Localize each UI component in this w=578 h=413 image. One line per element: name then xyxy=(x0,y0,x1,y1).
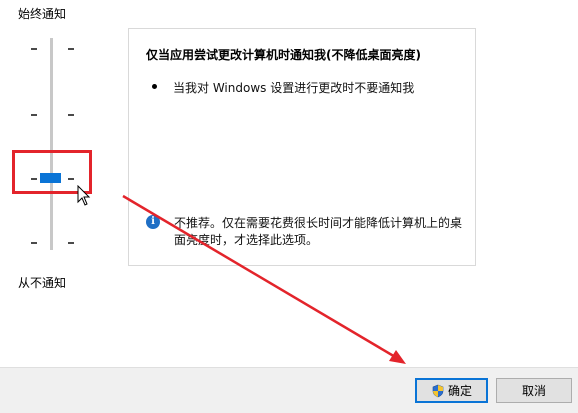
ok-button-label: 确定 xyxy=(447,384,472,398)
info-icon: i xyxy=(146,215,160,229)
dialog-button-bar xyxy=(0,367,578,413)
slider-tick xyxy=(68,48,74,50)
uac-shield-icon xyxy=(432,384,444,397)
slider-tick xyxy=(31,114,37,116)
slider-tick xyxy=(68,242,74,244)
bullet-icon xyxy=(152,84,157,89)
level-description-panel: 仅当应用尝试更改计算机时通知我(不降低桌面亮度) 当我对 Windows 设置进… xyxy=(128,28,476,266)
mouse-cursor-icon xyxy=(77,185,91,206)
level-title: 仅当应用尝试更改计算机时通知我(不降低桌面亮度) xyxy=(146,48,421,62)
ok-button[interactable]: 确定 xyxy=(415,378,488,403)
level-detail-text: 当我对 Windows 设置进行更改时不要通知我 xyxy=(173,81,415,95)
slider-tick xyxy=(68,114,74,116)
recommendation-note: 不推荐。仅在需要花费很长时间才能降低计算机上的桌面亮度时，才选择此选项。 xyxy=(174,216,463,247)
cancel-button[interactable]: 取消 xyxy=(496,378,572,403)
always-notify-label: 始终通知 xyxy=(18,7,67,21)
notification-level-slider[interactable] xyxy=(20,38,90,256)
uac-settings-window: 始终通知 从不通知 仅当应用尝试更改计算机时通知我(不降低桌面亮度) 当我对 W… xyxy=(0,0,578,413)
slider-tick xyxy=(31,48,37,50)
cancel-button-label: 取消 xyxy=(521,384,546,398)
slider-tick xyxy=(31,242,37,244)
slider-track[interactable] xyxy=(50,38,53,250)
never-notify-label: 从不通知 xyxy=(18,276,67,290)
